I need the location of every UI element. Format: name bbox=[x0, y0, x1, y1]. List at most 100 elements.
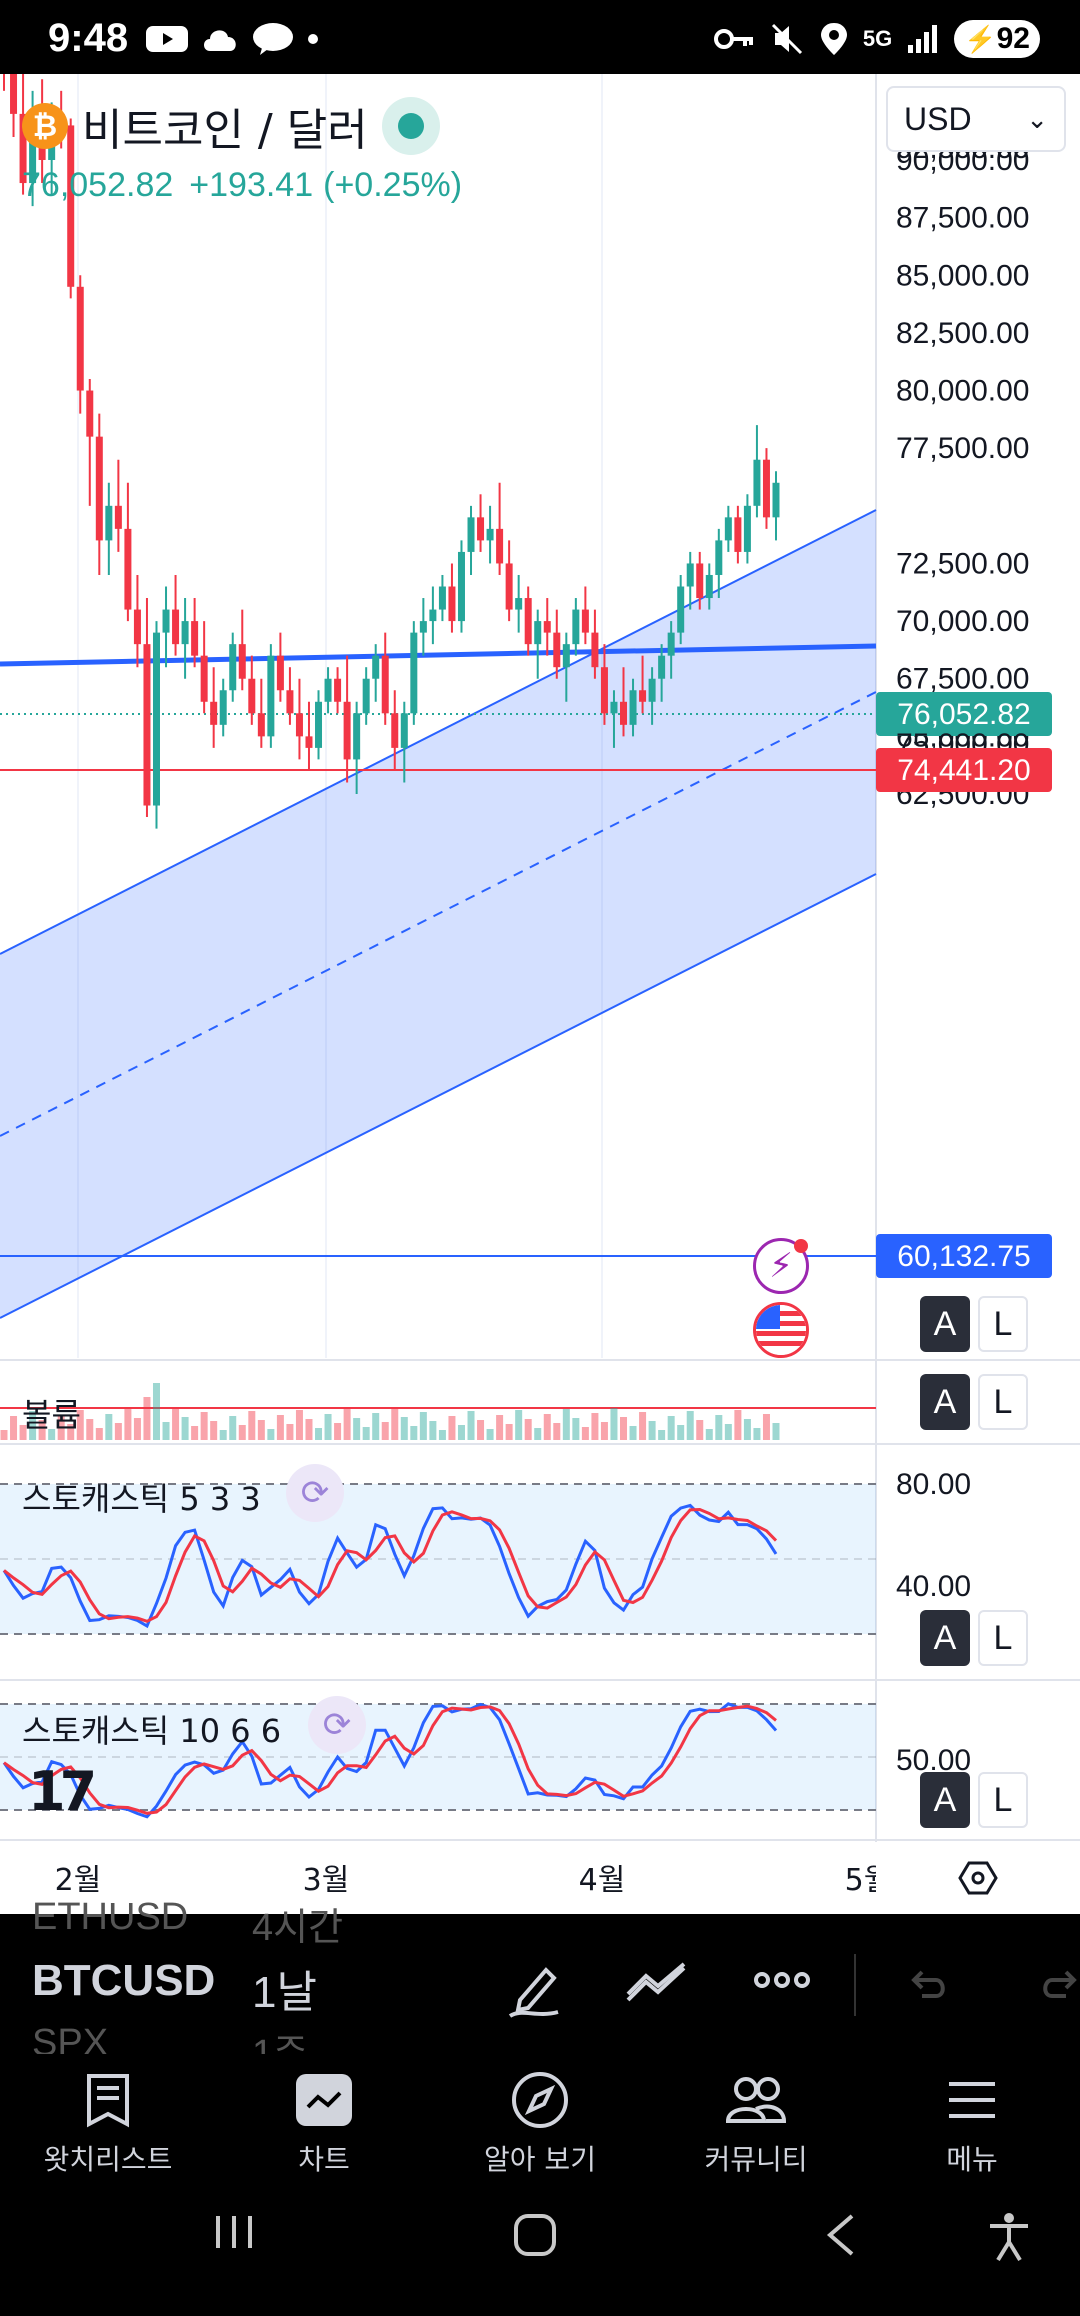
menu-icon bbox=[947, 2070, 997, 2130]
candle-body bbox=[496, 528, 504, 564]
volume-bar bbox=[496, 1415, 504, 1440]
volume-bar bbox=[581, 1427, 589, 1440]
time-label-feb: 2월 bbox=[55, 1863, 102, 1898]
volume-bar bbox=[181, 1417, 189, 1440]
prev-interval[interactable]: 4시간 bbox=[252, 1896, 343, 1951]
candle-body bbox=[286, 690, 294, 714]
candle-body bbox=[639, 690, 647, 702]
home-icon[interactable] bbox=[512, 2212, 558, 2258]
candle-body bbox=[219, 690, 227, 725]
main-chart[interactable]: 90,000.0087,500.0085,000.0082,500.0080,0… bbox=[0, 74, 1080, 1914]
drawing-pen-icon[interactable] bbox=[506, 1960, 562, 2020]
last-price: 76,052.82 bbox=[22, 166, 174, 204]
volume-bar bbox=[419, 1412, 427, 1440]
candle-body bbox=[715, 540, 723, 575]
more-options-icon[interactable] bbox=[754, 1970, 810, 1990]
nav-chart[interactable]: 차트 bbox=[216, 2054, 432, 2182]
stoch1-auto-button[interactable]: A bbox=[920, 1610, 970, 1666]
volume-bar bbox=[353, 1418, 361, 1440]
stoch1-label[interactable]: 스토캐스틱 5 3 3 bbox=[22, 1474, 261, 1520]
nav-community[interactable]: 커뮤니티 bbox=[648, 2054, 864, 2182]
stoch2-auto-button[interactable]: A bbox=[920, 1772, 970, 1828]
flash-alert-icon[interactable]: ⚡ bbox=[753, 1238, 809, 1294]
us-flag-icon[interactable] bbox=[753, 1302, 809, 1358]
cloud-icon bbox=[204, 30, 236, 51]
candle-body bbox=[124, 528, 132, 610]
market-status-icon[interactable] bbox=[381, 97, 440, 155]
stoch2-label[interactable]: 스토캐스틱 10 6 6 bbox=[22, 1706, 281, 1752]
currency-select[interactable]: USD ⌄ bbox=[886, 86, 1066, 152]
volume-bar bbox=[334, 1423, 342, 1440]
volume-bar bbox=[562, 1409, 570, 1440]
volume-bar bbox=[429, 1421, 437, 1440]
current-symbol[interactable]: BTCUSD bbox=[32, 1956, 215, 2006]
stoch1-axis-80: 80.00 bbox=[896, 1468, 971, 1501]
candle-body bbox=[248, 678, 256, 714]
stoch1-scale-buttons: A L bbox=[920, 1610, 1028, 1666]
volume-bar bbox=[620, 1417, 628, 1440]
candle-body bbox=[114, 505, 122, 529]
symbol-title[interactable]: 비트코인 / 달러 bbox=[82, 94, 368, 158]
volume-bar bbox=[648, 1421, 656, 1440]
nav-menu[interactable]: 메뉴 bbox=[864, 2054, 1080, 2182]
nav-explore[interactable]: 알아 보기 bbox=[432, 2054, 648, 2182]
volume-bar bbox=[591, 1413, 599, 1440]
candle-body bbox=[581, 609, 589, 633]
log-scale-button[interactable]: L bbox=[978, 1296, 1028, 1352]
volume-bar bbox=[257, 1420, 265, 1440]
nav-menu-label: 메뉴 bbox=[946, 2143, 998, 2176]
price-axis-label: 85,000.00 bbox=[896, 259, 1029, 292]
candle-body bbox=[667, 632, 675, 656]
volume-label[interactable]: 볼륨 bbox=[22, 1390, 81, 1436]
current-interval[interactable]: 1날 bbox=[252, 1956, 317, 2020]
volume-bar bbox=[133, 1418, 141, 1440]
volume-bar bbox=[362, 1427, 370, 1440]
candle-body bbox=[448, 586, 456, 622]
redo-icon[interactable] bbox=[1038, 1966, 1080, 2002]
recent-apps-icon[interactable] bbox=[212, 2212, 256, 2252]
price-axis-label: 67,500.00 bbox=[896, 663, 1029, 696]
candle-body bbox=[543, 621, 551, 633]
candle-body bbox=[734, 517, 742, 552]
blue-price-badge-text: 60,132.75 bbox=[897, 1240, 1030, 1273]
volume-bar bbox=[391, 1408, 399, 1440]
volume-bar bbox=[572, 1418, 580, 1440]
status-time: 9:48 bbox=[48, 16, 129, 60]
stoch2-log-button[interactable]: L bbox=[978, 1772, 1028, 1828]
candle-body bbox=[743, 505, 751, 552]
price-axis-label: 70,000.00 bbox=[896, 605, 1029, 638]
volume-bar bbox=[191, 1426, 199, 1440]
candle-body bbox=[648, 678, 656, 702]
chart-area[interactable]: 90,000.00 87,500.00 85,000.00 82,500.00 80,0… bbox=[0, 74, 1080, 1914]
volume-bar bbox=[305, 1419, 313, 1440]
nav-watchlist[interactable]: 왓치리스트 bbox=[0, 2054, 216, 2182]
candle-body bbox=[696, 563, 704, 599]
volume-bar bbox=[438, 1430, 446, 1440]
stoch2-refresh-icon[interactable]: ⟳ bbox=[308, 1696, 366, 1754]
undo-icon[interactable] bbox=[906, 1966, 950, 2002]
stoch1-log-button[interactable]: L bbox=[978, 1610, 1028, 1666]
back-icon[interactable] bbox=[822, 2212, 858, 2258]
prev-symbol[interactable]: ETHUSD bbox=[32, 1896, 188, 1939]
volume-log-button[interactable]: L bbox=[978, 1374, 1028, 1430]
volume-bar bbox=[219, 1430, 227, 1440]
candle-body bbox=[315, 701, 323, 748]
stoch1-refresh-icon[interactable]: ⟳ bbox=[286, 1464, 344, 1522]
candle-body bbox=[457, 551, 465, 622]
volume-bar bbox=[686, 1411, 694, 1440]
symbol-header[interactable]: ₿ 비트코인 / 달러 bbox=[22, 94, 440, 158]
candle-body bbox=[362, 678, 370, 714]
auto-scale-button[interactable]: A bbox=[920, 1296, 970, 1352]
candle-body bbox=[686, 563, 694, 587]
volume-bar bbox=[762, 1414, 770, 1440]
chart-icon bbox=[296, 2074, 352, 2126]
volume-bars bbox=[0, 1383, 780, 1440]
trend-tool-icon[interactable] bbox=[624, 1960, 688, 2010]
symbol-strip[interactable]: ETHUSD 4시간 BTCUSD 1날 SPX 1주 bbox=[0, 1896, 1080, 2075]
accessibility-icon[interactable] bbox=[988, 2212, 1030, 2262]
stoch1-axis-40: 40.00 bbox=[896, 1570, 971, 1603]
mute-icon bbox=[771, 23, 802, 55]
candle-body bbox=[200, 655, 208, 702]
volume-bar bbox=[286, 1424, 294, 1440]
volume-auto-button[interactable]: A bbox=[920, 1374, 970, 1430]
